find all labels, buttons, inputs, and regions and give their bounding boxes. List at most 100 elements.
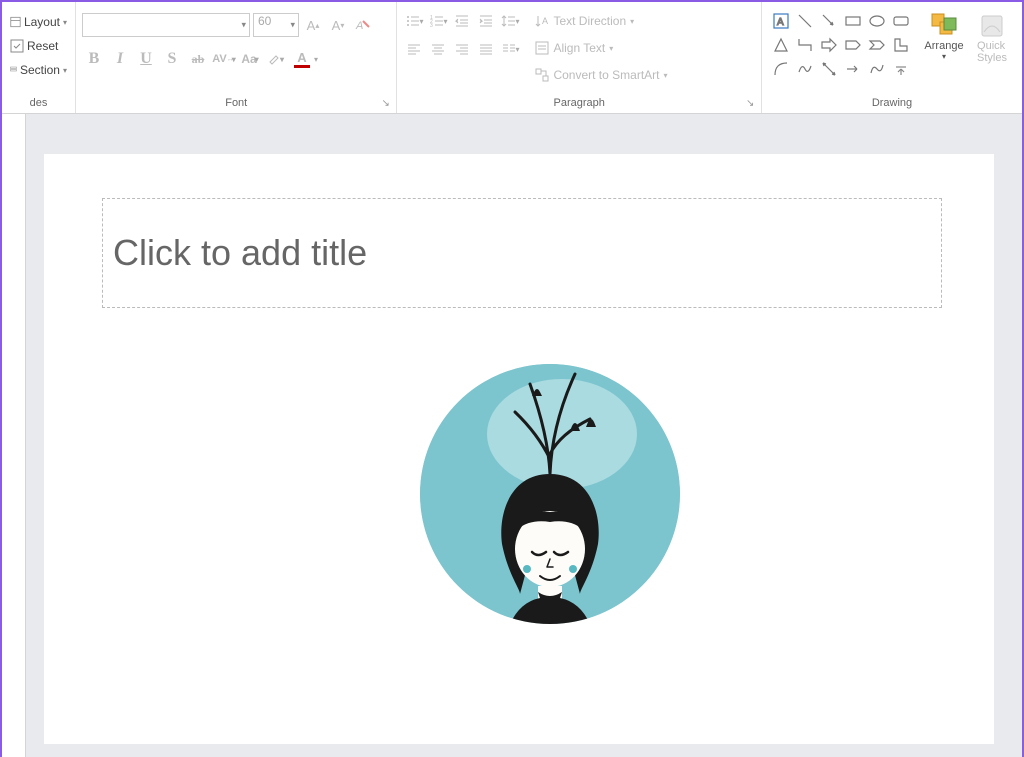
- svg-text:3: 3: [430, 23, 433, 29]
- align-left-button[interactable]: [403, 38, 425, 60]
- justify-button[interactable]: [475, 38, 497, 60]
- layout-icon: [10, 15, 21, 29]
- shape-arrow-line[interactable]: [818, 10, 840, 32]
- chevron-down-icon: ▾: [290, 20, 295, 31]
- underline-button[interactable]: U: [134, 48, 158, 70]
- align-right-button[interactable]: [451, 38, 473, 60]
- convert-smartart-button[interactable]: Convert to SmartArt ▾: [535, 64, 667, 86]
- shadow-button[interactable]: S: [160, 48, 184, 70]
- chevron-down-icon: ▾: [63, 18, 67, 27]
- arrange-button[interactable]: Arrange ▾: [920, 8, 968, 68]
- paragraph-row-2: ▾: [403, 38, 521, 60]
- drawing-group: A A: [762, 2, 1022, 113]
- chevron-down-icon: ▾: [515, 17, 519, 26]
- title-placeholder-text: Click to add title: [113, 232, 367, 274]
- shape-textbox[interactable]: A: [770, 10, 792, 32]
- shape-pentagon-arrow[interactable]: [842, 34, 864, 56]
- quick-styles-button[interactable]: Quick Styles: [968, 8, 1016, 68]
- bold-button[interactable]: B: [82, 48, 106, 70]
- smartart-icon: [535, 68, 549, 82]
- bullets-button[interactable]: ▾: [403, 10, 425, 32]
- decrease-font-size-button[interactable]: A▾: [327, 14, 349, 36]
- line-spacing-button[interactable]: ▾: [499, 10, 521, 32]
- slide-image[interactable]: [420, 364, 680, 624]
- justify-icon: [478, 41, 494, 57]
- spacing-label: AV: [212, 53, 226, 65]
- font-row-2: B I U S ab AV ↔ ▾ Aa ▾ ▾: [82, 44, 390, 74]
- convert-smartart-label: Convert to SmartArt: [553, 68, 659, 82]
- strikethrough-button[interactable]: ab: [186, 48, 210, 70]
- reset-button[interactable]: Reset: [8, 36, 69, 56]
- shapes-gallery[interactable]: A: [768, 6, 914, 84]
- change-case-button[interactable]: Aa ▾: [238, 48, 262, 70]
- shape-triangle[interactable]: [770, 34, 792, 56]
- chevron-down-icon: ▾: [609, 44, 613, 53]
- font-color-button[interactable]: A: [290, 48, 314, 70]
- slides-group-label: des: [8, 95, 69, 111]
- align-text-label: Align Text: [553, 41, 605, 55]
- layout-button[interactable]: Layout ▾: [8, 12, 69, 32]
- font-name-combo[interactable]: ▾: [82, 13, 250, 37]
- shape-elbow-connector[interactable]: [794, 34, 816, 56]
- italic-button[interactable]: I: [108, 48, 132, 70]
- reset-label: Reset: [27, 39, 58, 53]
- shape-oval[interactable]: [866, 10, 888, 32]
- font-color-swatch: [294, 65, 310, 68]
- shape-chevron[interactable]: [866, 34, 888, 56]
- svg-text:A: A: [355, 20, 363, 32]
- chevron-down-icon: ▾: [663, 71, 667, 80]
- paragraph-body: ▾ 123▾ ▾ ▾ A Text Direction: [403, 6, 755, 95]
- illustration-svg: [420, 364, 680, 624]
- shape-rounded-rect[interactable]: [890, 10, 912, 32]
- section-label: Section: [20, 63, 60, 77]
- paragraph-row-1: ▾ 123▾ ▾: [403, 10, 521, 32]
- slide[interactable]: Click to add title: [44, 154, 994, 744]
- shape-l-shape[interactable]: [890, 34, 912, 56]
- numbering-button[interactable]: 123▾: [427, 10, 449, 32]
- columns-button[interactable]: ▾: [499, 38, 521, 60]
- paragraph-group: ▾ 123▾ ▾ ▾ A Text Direction: [397, 2, 762, 113]
- font-group-body: ▾ 60 ▾ A▴ A▾ A B I U S ab AV: [82, 6, 390, 74]
- ribbon: Layout ▾ Reset Section ▾ des ▾: [2, 2, 1022, 114]
- increase-font-size-button[interactable]: A▴: [302, 14, 324, 36]
- clear-formatting-button[interactable]: A: [352, 14, 374, 36]
- chevron-down-icon: ▾: [241, 20, 246, 31]
- arrange-icon: [930, 12, 958, 40]
- drawing-group-label: Drawing: [768, 95, 1016, 111]
- paragraph-dialog-launcher[interactable]: ↘: [746, 98, 758, 110]
- section-button[interactable]: Section ▾: [8, 60, 69, 80]
- shape-double-arrow-line[interactable]: [818, 58, 840, 80]
- align-text-button[interactable]: Align Text ▾: [535, 37, 667, 59]
- svg-text:A: A: [777, 17, 784, 28]
- eraser-icon: A: [355, 17, 371, 33]
- arrange-label: Arrange: [924, 40, 963, 52]
- shape-block-arrow-right[interactable]: [818, 34, 840, 56]
- text-direction-button[interactable]: A Text Direction ▾: [535, 10, 667, 32]
- slide-panel-edge: [2, 114, 26, 757]
- font-group: ▾ 60 ▾ A▴ A▾ A B I U S ab AV: [76, 2, 397, 113]
- slides-buttons: Layout ▾ Reset Section ▾: [8, 6, 69, 80]
- chevron-down-icon[interactable]: ▾: [314, 55, 318, 64]
- highlight-color-button[interactable]: ▾: [264, 48, 288, 70]
- increase-indent-button[interactable]: [475, 10, 497, 32]
- shape-arc[interactable]: [770, 58, 792, 80]
- decrease-indent-button[interactable]: [451, 10, 473, 32]
- paragraph-right-col: A Text Direction ▾ Align Text ▾ Convert …: [535, 6, 667, 86]
- slides-group: Layout ▾ Reset Section ▾ des: [2, 2, 76, 113]
- character-spacing-button[interactable]: AV ↔ ▾: [212, 48, 236, 70]
- shape-line[interactable]: [794, 10, 816, 32]
- font-size-value: 60: [258, 14, 271, 28]
- shape-rectangle[interactable]: [842, 10, 864, 32]
- chevron-down-icon: ▾: [515, 45, 519, 54]
- font-size-combo[interactable]: 60 ▾: [253, 13, 299, 37]
- shape-curve[interactable]: [794, 58, 816, 80]
- title-placeholder[interactable]: Click to add title: [102, 198, 942, 308]
- shape-connector-arrow[interactable]: [842, 58, 864, 80]
- shapes-more-button[interactable]: [890, 58, 912, 80]
- shape-freeform[interactable]: [866, 58, 888, 80]
- align-center-icon: [430, 41, 446, 57]
- font-dialog-launcher[interactable]: ↘: [381, 98, 393, 110]
- align-center-button[interactable]: [427, 38, 449, 60]
- outdent-icon: [454, 13, 470, 29]
- quick-styles-icon: [978, 12, 1006, 40]
